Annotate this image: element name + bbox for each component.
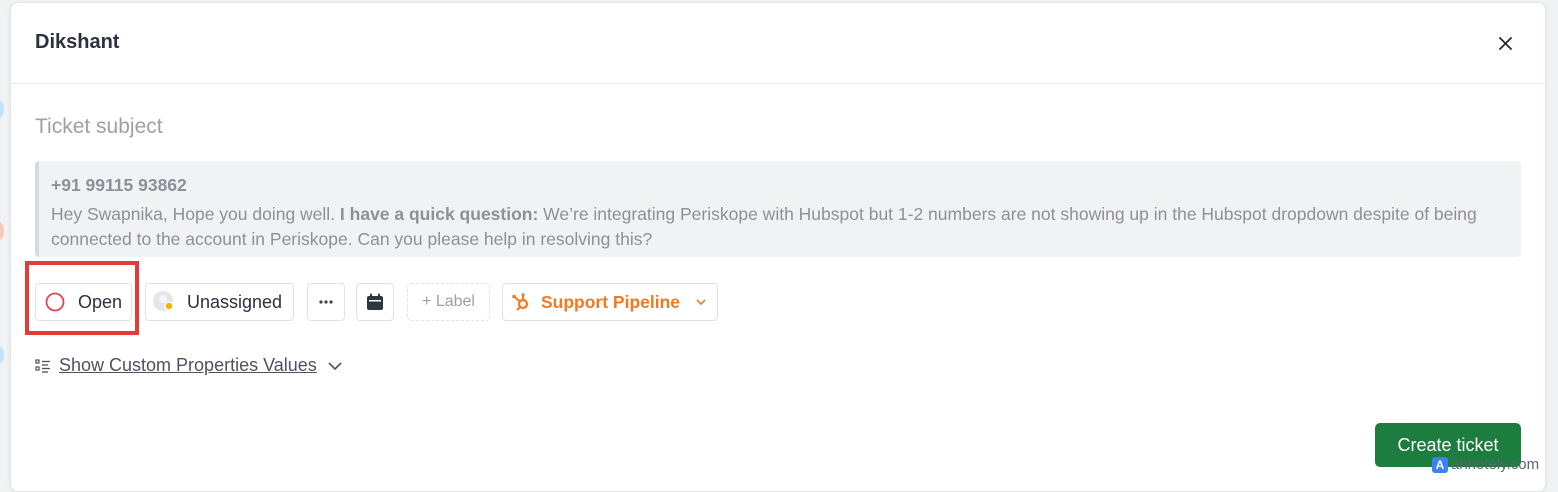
message-text-bold: I have a quick question: [339, 204, 539, 224]
list-icon [35, 358, 50, 373]
due-date-button[interactable] [356, 283, 394, 321]
ticket-subject-input[interactable]: Ticket subject [35, 115, 163, 139]
annotely-text: annotely.com [1451, 456, 1540, 473]
annotely-logo: A [1432, 456, 1448, 473]
hubspot-icon [512, 293, 529, 311]
show-custom-properties-toggle[interactable]: Show Custom Properties Values [35, 355, 343, 376]
message-body: Hey Swapnika, Hope you doing well. I hav… [51, 202, 1509, 252]
avatar-icon [153, 291, 174, 311]
modal-header: Dikshant [11, 3, 1545, 84]
show-custom-properties-label: Show Custom Properties Values [59, 355, 317, 375]
modal-title: Dikshant [35, 31, 120, 53]
chevron-down-icon [696, 299, 706, 306]
message-phone: +91 99115 93862 [51, 175, 187, 195]
quoted-message: +91 99115 93862 Hey Swapnika, Hope you d… [35, 161, 1521, 257]
chevron-down-icon [328, 361, 342, 370]
assignee-dropdown[interactable]: Unassigned [145, 283, 294, 321]
more-icon [319, 300, 333, 304]
close-icon [1498, 36, 1512, 50]
annotely-watermark: A annotely.com [1432, 456, 1539, 473]
pipeline-dropdown[interactable]: Support Pipeline [502, 283, 718, 321]
background-dot [0, 100, 4, 118]
calendar-icon [367, 293, 383, 310]
add-label-text: + Label [422, 293, 475, 310]
message-text-before: Hey Swapnika, Hope you doing well. [51, 204, 340, 224]
assignee-label: Unassigned [187, 291, 283, 312]
pipeline-label: Support Pipeline [541, 291, 681, 312]
background-dot [0, 222, 4, 240]
create-ticket-modal: Dikshant Ticket subject +91 99115 93862 … [10, 2, 1546, 492]
highlight-box [25, 261, 139, 335]
close-button[interactable] [1495, 33, 1515, 53]
add-label-button[interactable]: + Label [407, 283, 490, 321]
more-options-button[interactable] [307, 283, 345, 321]
background-dot [0, 346, 4, 364]
